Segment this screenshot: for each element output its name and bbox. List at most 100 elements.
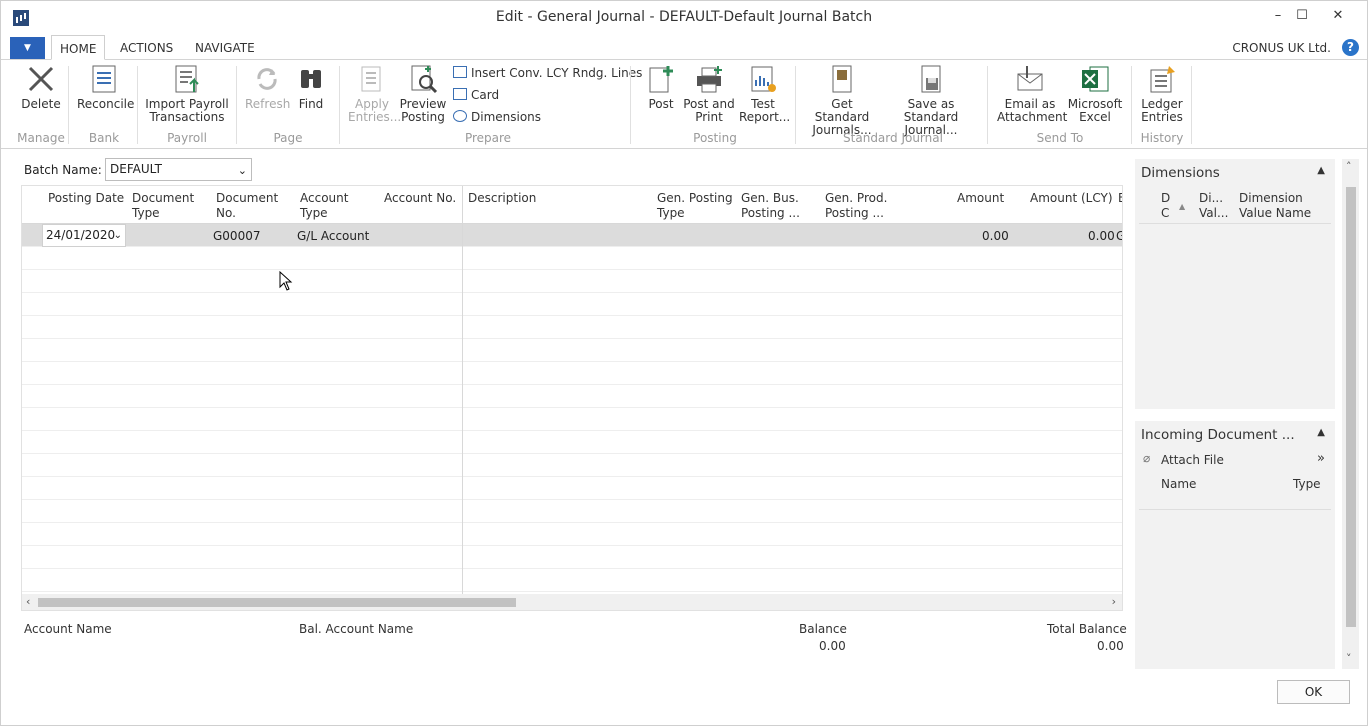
table-row[interactable] [22,454,1122,477]
help-icon[interactable]: ? [1342,39,1359,56]
col-document-type[interactable]: Document Type [132,191,202,221]
chevron-down-icon[interactable]: ⌄ [114,225,122,246]
delete-x-icon [26,64,56,94]
test-report-button[interactable]: Test Report... [739,64,791,124]
col-document-no[interactable]: Document No. [216,191,286,221]
ok-button[interactable]: OK [1277,680,1350,704]
table-row[interactable] [22,362,1122,385]
col-gen-posting-type[interactable]: Gen. Posting Type [657,191,737,221]
table-row[interactable] [22,569,1122,592]
scroll-down-icon[interactable]: ˅ [1346,651,1352,667]
col-account-no[interactable]: Account No. [384,191,456,206]
frozen-column-divider [462,186,463,596]
tab-navigate[interactable]: NAVIGATE [187,35,263,60]
dimensions-col-value-name[interactable]: Dimension Value Name [1239,191,1319,221]
scroll-up-icon[interactable]: ˄ [1346,159,1352,175]
table-row[interactable] [22,316,1122,339]
horizontal-scrollbar[interactable]: ‹ › [22,594,1122,610]
import-payroll-button[interactable]: Import Payroll Transactions [145,64,229,124]
batch-name-label: Batch Name: [24,163,102,177]
tab-actions[interactable]: ACTIONS [112,35,181,60]
scroll-right-icon[interactable]: › [1112,594,1116,610]
card-button[interactable]: Card [453,86,499,104]
close-button[interactable]: ✕ [1321,5,1355,27]
incoming-col-type[interactable]: Type [1293,477,1321,492]
dimensions-button[interactable]: Dimensions [453,108,541,126]
reconcile-button[interactable]: Reconcile [77,64,134,111]
balance-value: 0.00 [819,639,846,653]
tab-home[interactable]: HOME [51,35,106,60]
bal-partial-cell[interactable]: G [1116,229,1122,243]
total-balance-label: Total Balance [1047,622,1127,636]
scrollbar-thumb[interactable] [1346,187,1356,627]
collapse-icon[interactable]: ▲ [1317,165,1325,176]
company-name[interactable]: CRONUS UK Ltd. [1232,41,1331,55]
ledger-entries-button[interactable]: Ledger Entries [1139,64,1185,124]
collapse-icon[interactable]: ▲ [1317,427,1325,438]
refresh-icon [252,64,282,94]
col-amount-lcy[interactable]: Amount (LCY) [1030,191,1113,206]
get-standard-journals-button[interactable]: Get Standard Journals... [805,64,879,137]
separator [339,66,340,144]
chevron-down-icon: ⌄ [237,164,247,177]
scroll-left-icon[interactable]: ‹ [26,594,30,610]
table-row[interactable] [22,385,1122,408]
post-and-print-button[interactable]: Post and Print [683,64,735,124]
save-standard-journal-icon [916,64,946,94]
preview-posting-button[interactable]: Preview Posting [399,64,447,124]
insert-conv-lcy-button[interactable]: Insert Conv. LCY Rndg. Lines [453,64,642,82]
dimensions-col-value[interactable]: Di... Val... [1199,191,1229,221]
col-description[interactable]: Description [468,191,536,206]
amount-cell[interactable]: 0.00 [982,229,1009,243]
insert-conv-lcy-label: Insert Conv. LCY Rndg. Lines [471,66,643,80]
table-row[interactable] [22,546,1122,569]
save-standard-journal-button[interactable]: Save as Standard Journal... [883,64,979,137]
table-row[interactable] [22,431,1122,454]
email-attachment-button[interactable]: Email as Attachment [997,64,1067,124]
post-and-print-label: Post and Print [683,97,735,124]
grid-header: Posting Date Document Type Document No. … [22,186,1122,224]
maximize-button[interactable]: ☐ [1287,5,1317,27]
find-button[interactable]: Find [293,64,329,111]
table-row[interactable] [22,523,1122,546]
dimensions-col-code[interactable]: D C [1161,191,1171,221]
col-amount[interactable]: Amount [957,191,1004,206]
col-account-type[interactable]: Account Type [300,191,370,221]
document-no-cell[interactable]: G00007 [213,229,260,243]
col-posting-date[interactable]: Posting Date [48,191,124,206]
batch-name-select[interactable]: DEFAULT ⌄ [105,158,252,181]
table-row[interactable] [22,408,1122,431]
post-button[interactable]: Post [645,64,677,111]
account-type-cell[interactable]: G/L Account [297,229,369,243]
dimensions-factbox: Dimensions ▲ D C ▲ Di... Val... Dimensio… [1135,159,1335,409]
attach-file-button[interactable]: Attach File [1161,453,1224,468]
test-report-label: Test Report... [739,97,791,124]
reconcile-icon [89,64,119,94]
more-actions-icon[interactable]: » [1317,451,1325,466]
col-bal-partial[interactable]: B [1118,191,1122,206]
col-gen-bus-posting[interactable]: Gen. Bus. Posting ... [741,191,819,221]
apply-entries-button[interactable]: Apply Entries... [348,64,401,124]
table-row[interactable] [22,270,1122,293]
delete-button[interactable]: Delete [21,64,61,111]
table-row[interactable] [22,247,1122,270]
group-payroll: Payroll [167,131,207,145]
table-row[interactable] [22,339,1122,362]
ribbon-tabs: ▼ HOME ACTIONS NAVIGATE CRONUS UK Ltd. ? [1,35,1367,60]
table-row[interactable] [22,500,1122,523]
microsoft-excel-button[interactable]: Microsoft Excel [1067,64,1123,124]
incoming-document-factbox-title: Incoming Document ... [1141,427,1295,443]
posting-date-field[interactable]: 24/01/2020 ⌄ [42,224,126,247]
col-gen-prod-posting[interactable]: Gen. Prod. Posting ... [825,191,905,221]
amount-lcy-cell[interactable]: 0.00 [1088,229,1115,243]
refresh-button[interactable]: Refresh [245,64,290,111]
posting-date-value: 24/01/2020 [46,228,116,242]
app-menu-button[interactable]: ▼ [10,37,45,60]
post-icon [646,64,676,94]
vertical-scrollbar[interactable]: ˄ ˅ [1342,159,1359,669]
table-row[interactable] [22,477,1122,500]
incoming-col-name[interactable]: Name [1161,477,1196,492]
scrollbar-thumb[interactable] [38,598,516,607]
table-row[interactable]: 24/01/2020 ⌄ G00007 G/L Account 0.00 0.0… [22,224,1122,247]
table-row[interactable] [22,293,1122,316]
